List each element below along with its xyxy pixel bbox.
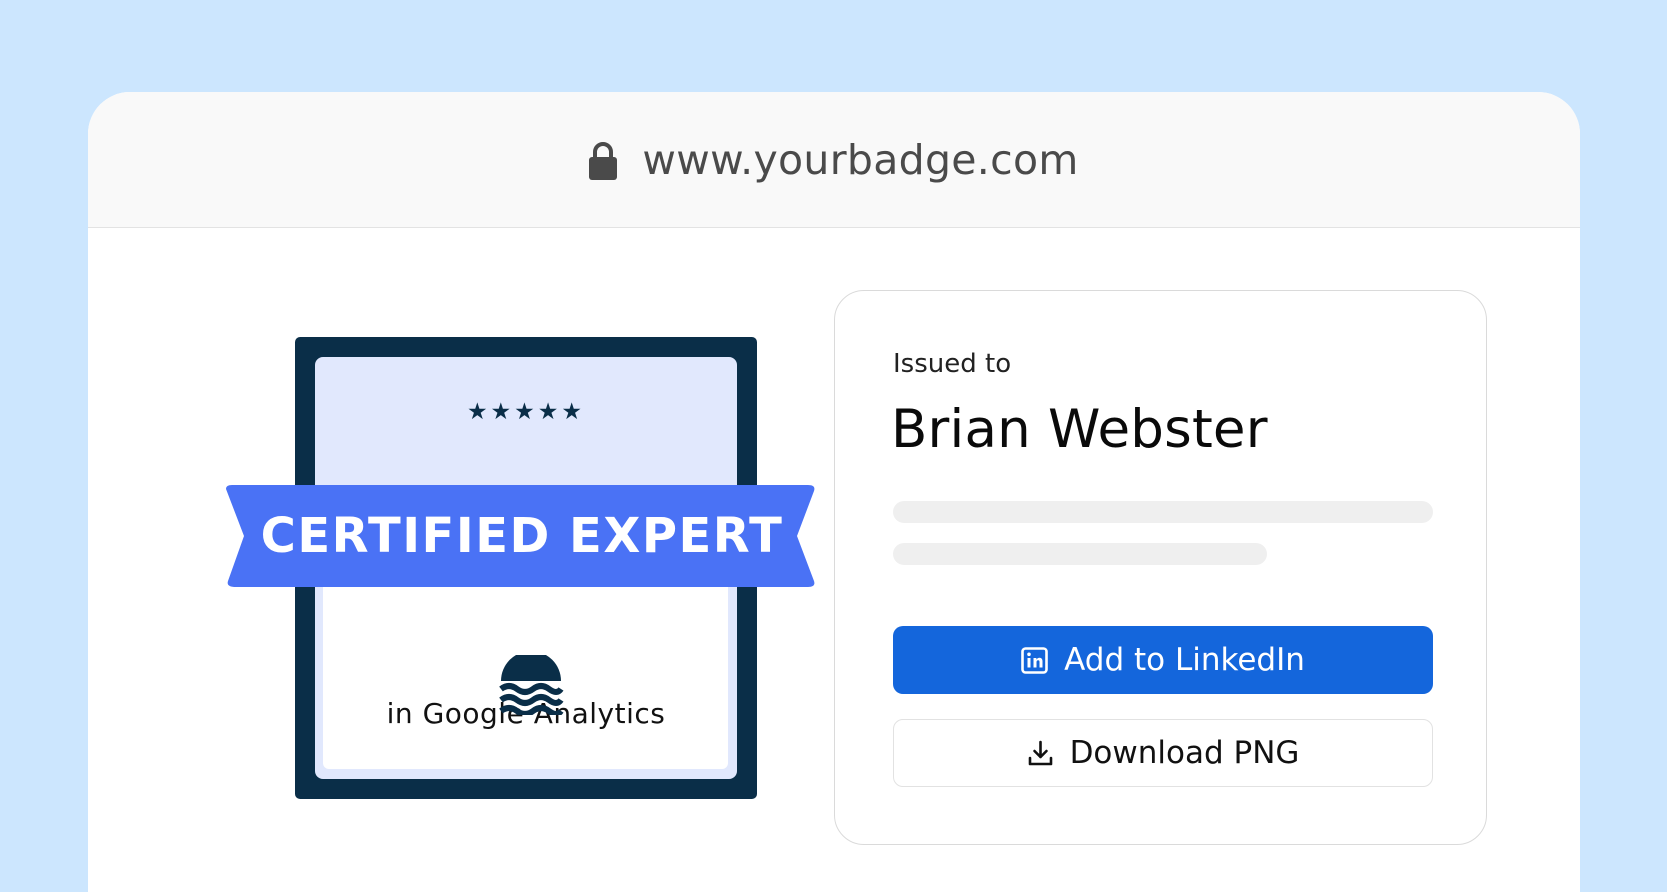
- url-text[interactable]: www.yourbadge.com: [642, 136, 1078, 184]
- download-png-button[interactable]: Download PNG: [893, 719, 1433, 787]
- star-rating: ★★★★★: [466, 399, 586, 425]
- download-button-label: Download PNG: [1069, 735, 1300, 771]
- waves-icon: [499, 655, 564, 715]
- browser-window: www.yourbadge.com ★★★★★ in Google Analyt…: [88, 92, 1580, 892]
- download-icon: [1027, 740, 1054, 767]
- recipient-name: Brian Webster: [891, 399, 1268, 460]
- placeholder-line: [893, 501, 1433, 523]
- placeholder-line: [893, 543, 1267, 565]
- linkedin-button-label: Add to LinkedIn: [1064, 642, 1305, 678]
- recipient-card: Issued to Brian Webster Add to LinkedIn: [834, 290, 1487, 845]
- badge-title: CERTIFIED EXPERT: [260, 508, 784, 564]
- address-bar[interactable]: www.yourbadge.com: [88, 92, 1580, 228]
- issued-to-label: Issued to: [893, 349, 1012, 379]
- add-to-linkedin-button[interactable]: Add to LinkedIn: [893, 626, 1433, 694]
- certificate-badge: ★★★★★ in Google Analytics CERTIFIED EXPE…: [226, 337, 846, 807]
- lock-icon: [589, 141, 618, 180]
- linkedin-icon: [1021, 646, 1048, 674]
- badge-ribbon: CERTIFIED EXPERT: [226, 485, 818, 587]
